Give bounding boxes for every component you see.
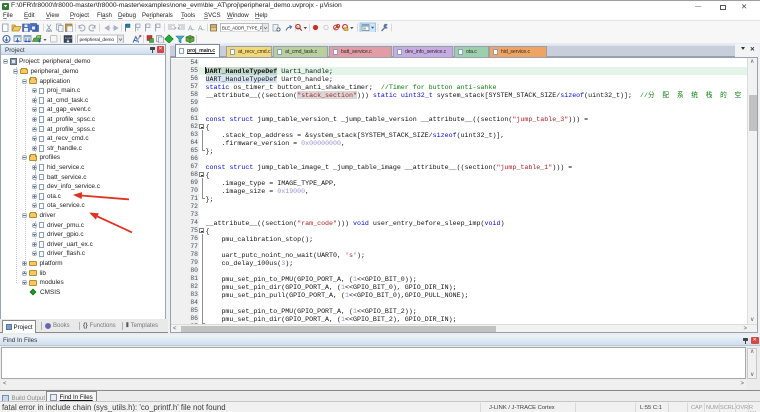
- svg-text:LOAD: LOAD: [65, 36, 74, 40]
- svg-text:a: a: [297, 26, 299, 30]
- svg-text:BLE_ADDR_TYPE_PR: BLE_ADDR_TYPE_PR: [222, 26, 266, 31]
